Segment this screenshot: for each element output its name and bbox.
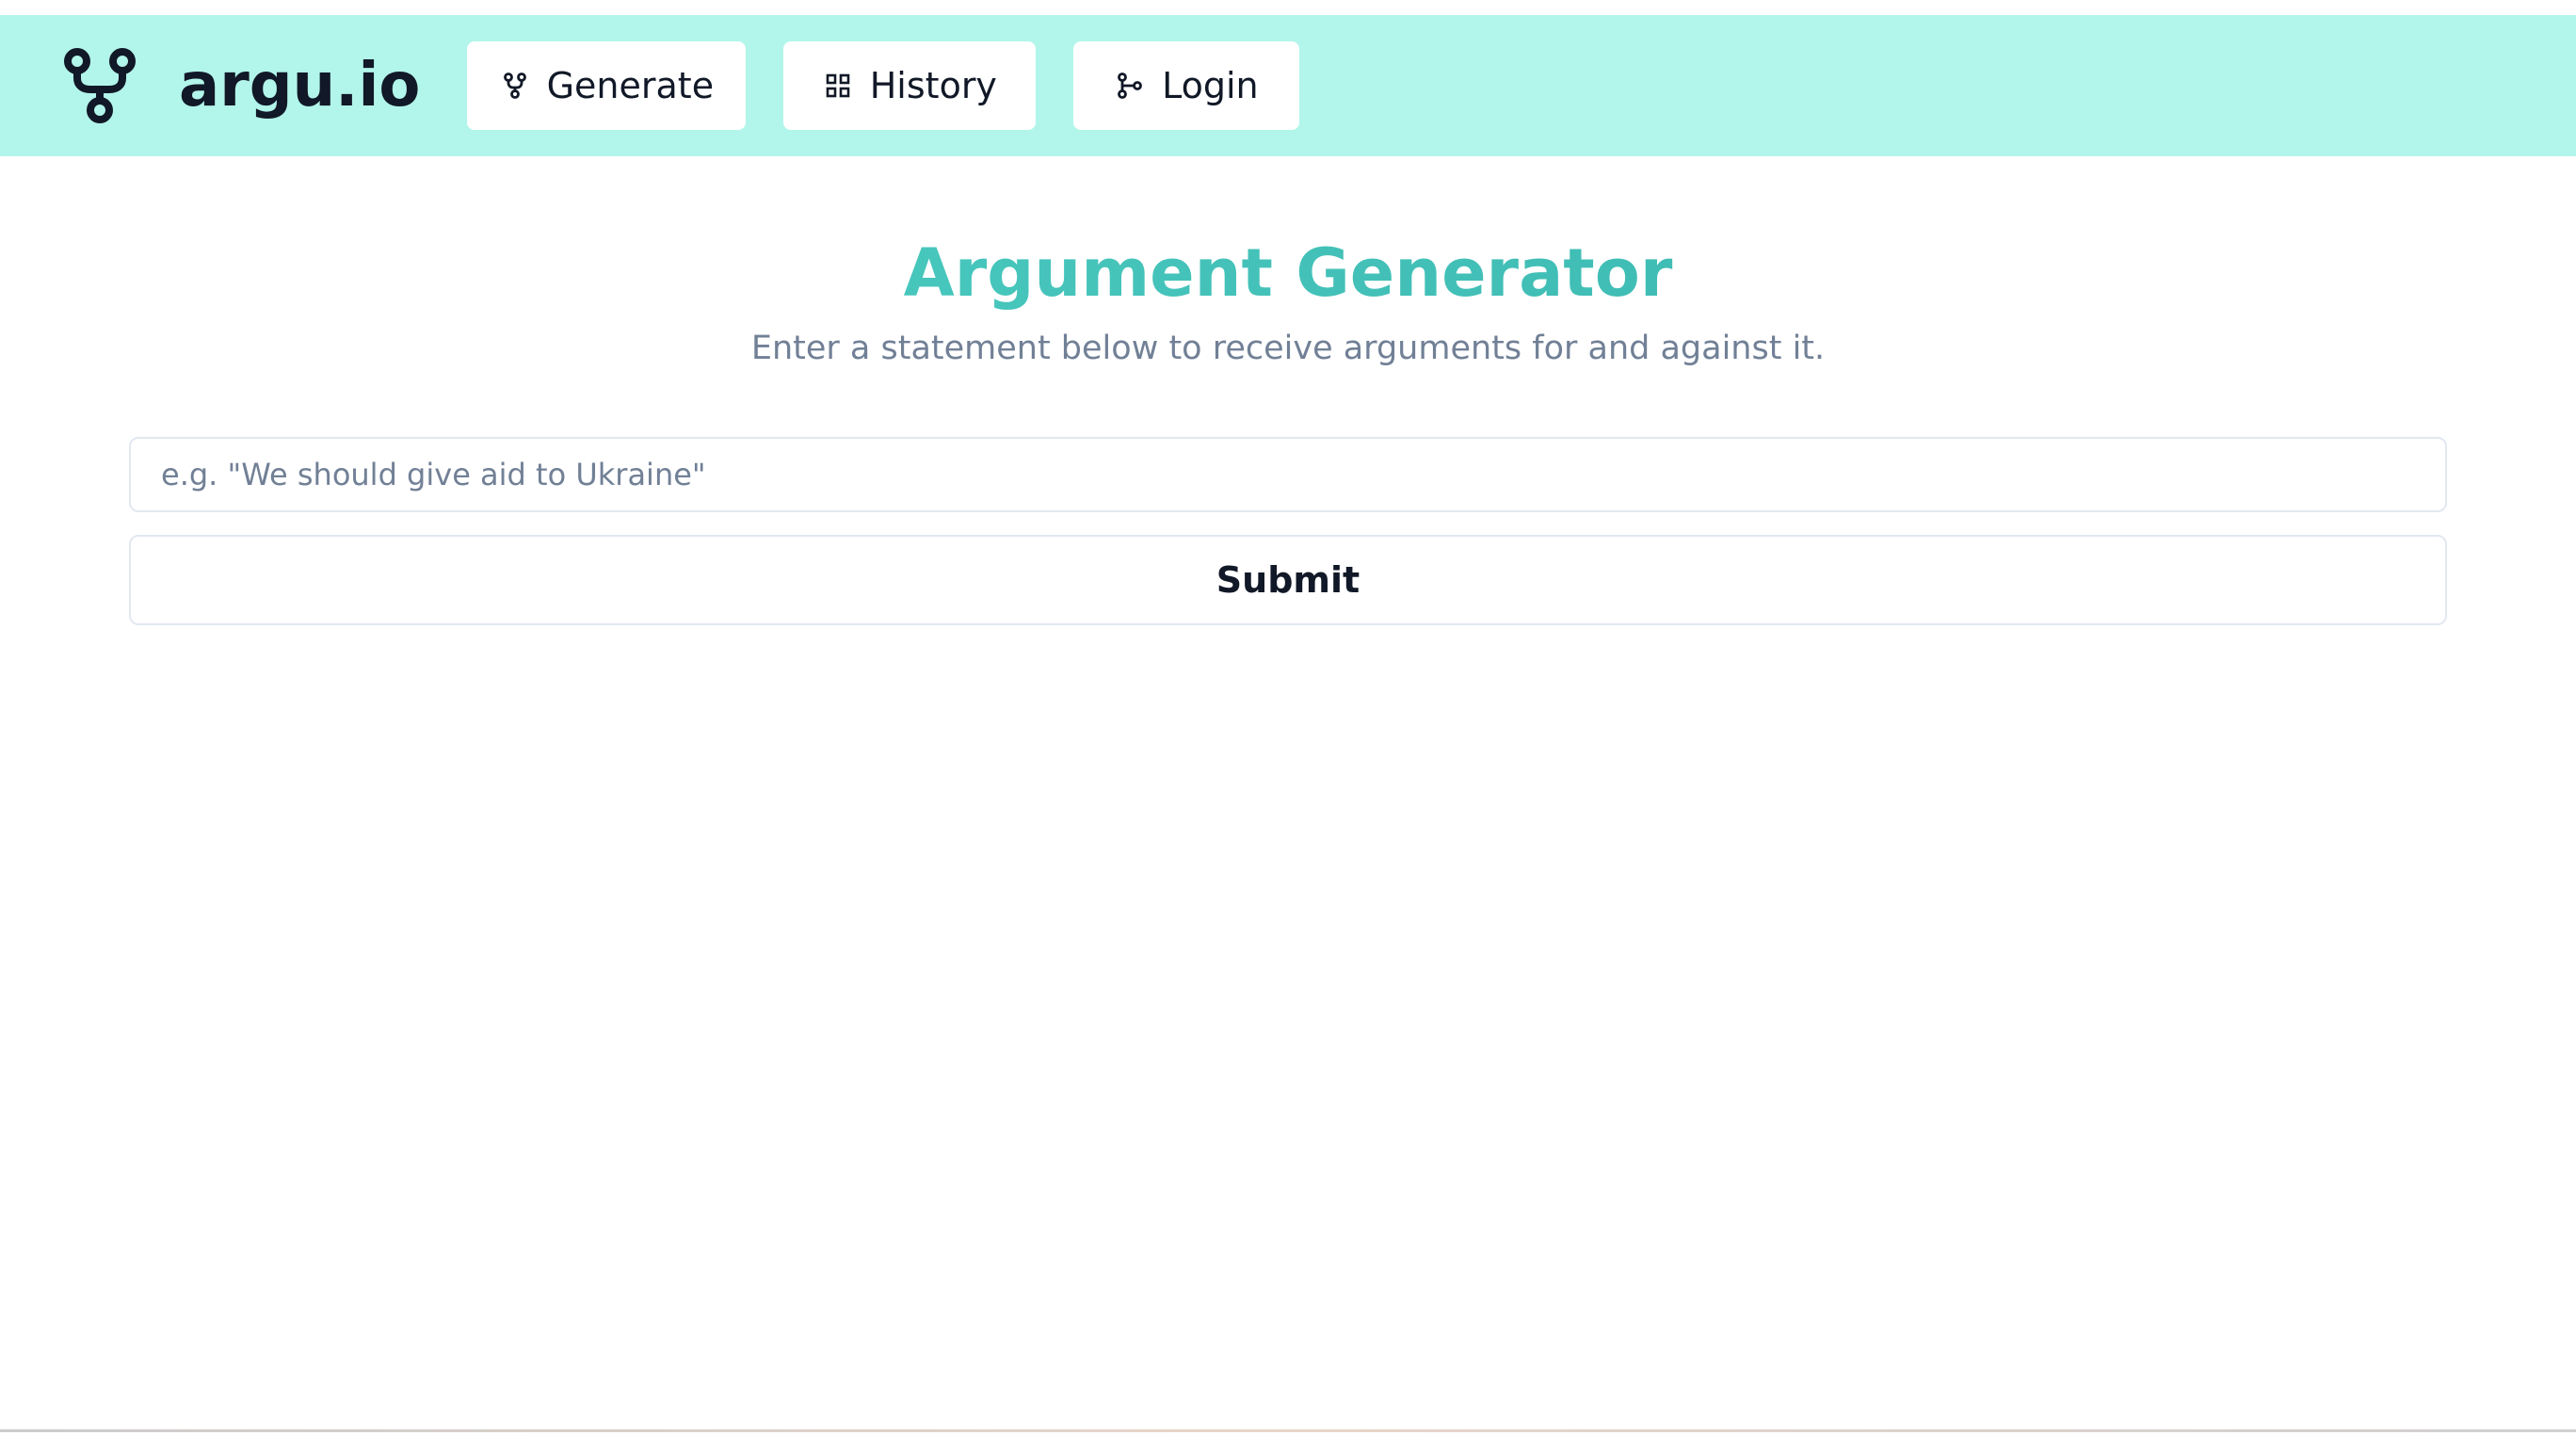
page-subtitle: Enter a statement below to receive argum…: [750, 329, 1826, 367]
statement-input[interactable]: [129, 437, 2447, 512]
page-title: Argument Generator: [0, 235, 2576, 312]
generate-nav-button[interactable]: Generate: [467, 41, 747, 130]
hero-section: Argument Generator Enter a statement bel…: [0, 235, 2576, 368]
page: argu.io Generate History Login Argument …: [0, 0, 2576, 1435]
window-bottom-divider: [0, 1429, 2576, 1432]
generate-nav-label: Generate: [546, 65, 715, 106]
git-branch-icon: [1115, 71, 1145, 101]
branch-fork-icon: [60, 46, 139, 125]
brand[interactable]: argu.io: [60, 15, 420, 156]
login-nav-button[interactable]: Login: [1073, 41, 1300, 130]
fork-icon: [500, 71, 530, 101]
grid-icon: [823, 71, 853, 101]
history-nav-button[interactable]: History: [783, 41, 1037, 130]
history-nav-label: History: [869, 65, 997, 106]
argument-form: Submit: [129, 437, 2447, 625]
top-navigation-bar: argu.io Generate History Login: [0, 15, 2576, 156]
brand-name: argu.io: [179, 51, 421, 121]
login-nav-label: Login: [1162, 65, 1259, 106]
submit-button[interactable]: Submit: [129, 535, 2447, 625]
